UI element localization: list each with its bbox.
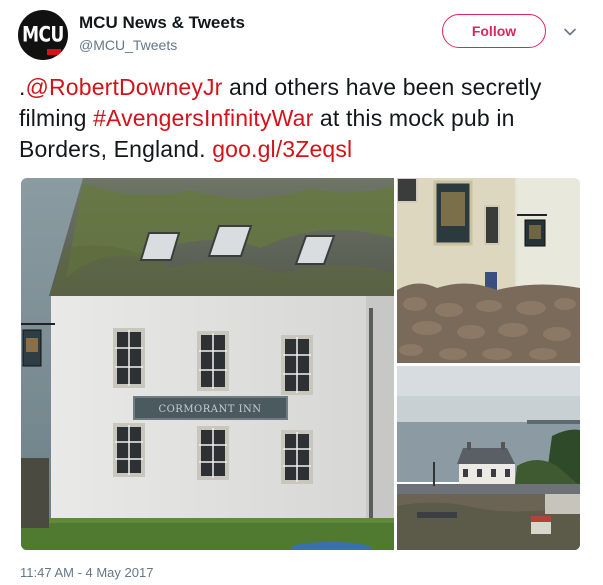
author-display-name[interactable]: MCU News & Tweets [79, 13, 245, 33]
hashtag-link[interactable]: #AvengersInfinityWar [93, 105, 313, 131]
url-link[interactable]: goo.gl/3Zeqsl [212, 136, 352, 162]
follow-button[interactable]: Follow [442, 14, 546, 48]
avatar[interactable]: MCU [18, 10, 68, 60]
pub-sign-text: CORMORANT INN [158, 404, 261, 415]
photo-pub-sign[interactable] [397, 178, 580, 363]
avatar-red-bar [47, 49, 61, 55]
media-grid: CORMORANT INN [21, 178, 580, 550]
tweet-timestamp[interactable]: 11:47 AM - 4 May 2017 [20, 565, 153, 580]
author-handle[interactable]: @MCU_Tweets [79, 37, 177, 53]
mention-link[interactable]: @RobertDowneyJr [26, 74, 223, 100]
avatar-logo-text: MCU [22, 22, 64, 48]
tweet-text: .@RobertDowneyJr and others have been se… [19, 72, 594, 165]
chevron-down-icon[interactable] [562, 24, 578, 40]
photo-pub-main[interactable]: CORMORANT INN [21, 178, 394, 550]
photo-coastal-village[interactable] [397, 366, 580, 550]
tweet-header: MCU MCU News & Tweets @MCU_Tweets Follow [0, 0, 603, 66]
